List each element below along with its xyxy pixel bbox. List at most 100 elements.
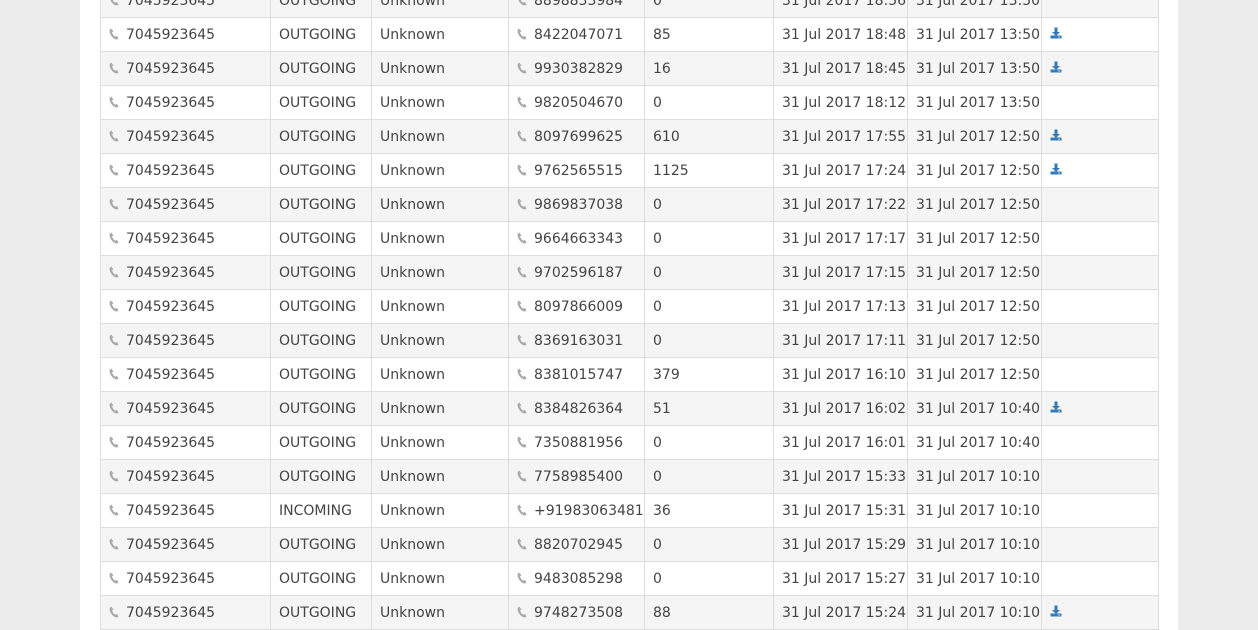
phone-icon	[517, 0, 527, 6]
phone-icon	[109, 606, 119, 618]
download-icon[interactable]	[1050, 605, 1062, 617]
phone-icon	[517, 436, 527, 448]
download-icon[interactable]	[1050, 163, 1062, 175]
caller-number: 7045923645	[126, 264, 216, 281]
caller-cell: 7045923645	[100, 527, 271, 562]
callee-cell: 9748273508	[508, 595, 645, 630]
end-time: 31 Jul 2017 12:50	[916, 230, 1041, 247]
end-time-cell: 31 Jul 2017 10:40	[907, 425, 1042, 460]
caller-number: 7045923645	[126, 400, 216, 417]
download-icon[interactable]	[1050, 129, 1062, 141]
table-row: 7045923645 OUTGOING Unknown 9483085298 0…	[100, 561, 1159, 596]
end-time: 31 Jul 2017 12:50	[916, 196, 1041, 213]
callee-cell: 9820504670	[508, 85, 645, 120]
phone-icon	[109, 470, 119, 482]
phone-icon	[517, 334, 527, 346]
recording-cell[interactable]	[1041, 595, 1159, 630]
start-time-cell: 31 Jul 2017 18:48	[773, 17, 908, 52]
callee-cell: 8384826364	[508, 391, 645, 426]
start-time: 31 Jul 2017 17:17	[782, 230, 907, 247]
call-direction: OUTGOING	[279, 196, 357, 213]
recording-cell	[1041, 85, 1159, 120]
caller-number: 7045923645	[126, 570, 216, 587]
phone-icon	[109, 0, 119, 6]
start-time-cell: 31 Jul 2017 16:02	[773, 391, 908, 426]
start-time: 31 Jul 2017 15:27	[782, 570, 907, 587]
call-status: Unknown	[380, 570, 445, 587]
end-time-cell: 31 Jul 2017 13:50	[907, 0, 1042, 18]
start-time-cell: 31 Jul 2017 15:29	[773, 527, 908, 562]
phone-icon	[109, 572, 119, 584]
phone-icon	[517, 62, 527, 74]
caller-cell: 7045923645	[100, 391, 271, 426]
caller-cell: 7045923645	[100, 323, 271, 358]
recording-cell[interactable]	[1041, 17, 1159, 52]
duration-cell: 379	[644, 357, 774, 392]
call-direction: OUTGOING	[279, 0, 357, 9]
start-time: 31 Jul 2017 18:12	[782, 94, 907, 111]
caller-cell: 7045923645	[100, 255, 271, 290]
download-icon[interactable]	[1050, 401, 1062, 413]
status-cell: Unknown	[371, 255, 509, 290]
main-content: 7045923645 OUTGOING Unknown 8898833984 0…	[80, 0, 1178, 630]
call-duration: 0	[653, 0, 662, 9]
start-time: 31 Jul 2017 17:24	[782, 162, 907, 179]
end-time: 31 Jul 2017 12:50	[916, 332, 1041, 349]
callee-number: 8384826364	[534, 400, 624, 417]
caller-number: 7045923645	[126, 468, 216, 485]
phone-icon	[109, 232, 119, 244]
caller-cell: 7045923645	[100, 561, 271, 596]
status-cell: Unknown	[371, 595, 509, 630]
recording-cell	[1041, 493, 1159, 528]
call-status: Unknown	[380, 264, 445, 281]
recording-cell[interactable]	[1041, 51, 1159, 86]
direction-cell: OUTGOING	[270, 561, 372, 596]
recording-cell[interactable]	[1041, 153, 1159, 188]
call-direction: OUTGOING	[279, 332, 357, 349]
phone-icon	[517, 266, 527, 278]
callee-cell: 8898833984	[508, 0, 645, 18]
end-time: 31 Jul 2017 10:10	[916, 604, 1041, 621]
phone-icon	[109, 28, 119, 40]
end-time: 31 Jul 2017 10:40	[916, 400, 1041, 417]
call-duration: 88	[653, 604, 671, 621]
direction-cell: OUTGOING	[270, 119, 372, 154]
direction-cell: OUTGOING	[270, 153, 372, 188]
callee-number: 8097699625	[534, 128, 624, 145]
download-icon[interactable]	[1050, 27, 1062, 39]
call-duration: 0	[653, 94, 662, 111]
end-time: 31 Jul 2017 12:50	[916, 298, 1041, 315]
start-time: 31 Jul 2017 17:55	[782, 128, 907, 145]
caller-number: 7045923645	[126, 94, 216, 111]
table-row: 7045923645 OUTGOING Unknown 8898833984 0…	[100, 0, 1159, 18]
call-status: Unknown	[380, 400, 445, 417]
recording-cell[interactable]	[1041, 391, 1159, 426]
duration-cell: 1125	[644, 153, 774, 188]
start-time-cell: 31 Jul 2017 17:24	[773, 153, 908, 188]
table-row: 7045923645 OUTGOING Unknown 9664663343 0…	[100, 221, 1159, 256]
end-time-cell: 31 Jul 2017 12:50	[907, 323, 1042, 358]
phone-icon	[109, 334, 119, 346]
call-direction: OUTGOING	[279, 26, 357, 43]
call-status: Unknown	[380, 26, 445, 43]
caller-number: 7045923645	[126, 128, 216, 145]
status-cell: Unknown	[371, 0, 509, 18]
call-status: Unknown	[380, 434, 445, 451]
call-duration: 1125	[653, 162, 689, 179]
status-cell: Unknown	[371, 425, 509, 460]
recording-cell[interactable]	[1041, 119, 1159, 154]
phone-icon	[109, 266, 119, 278]
end-time-cell: 31 Jul 2017 13:50	[907, 51, 1042, 86]
call-direction: OUTGOING	[279, 434, 357, 451]
phone-icon	[109, 300, 119, 312]
callee-number: 8097866009	[534, 298, 624, 315]
phone-icon	[109, 436, 119, 448]
callee-cell: 9702596187	[508, 255, 645, 290]
start-time: 31 Jul 2017 17:22	[782, 196, 907, 213]
recording-cell	[1041, 425, 1159, 460]
direction-cell: OUTGOING	[270, 85, 372, 120]
caller-cell: 7045923645	[100, 459, 271, 494]
download-icon[interactable]	[1050, 61, 1062, 73]
call-status: Unknown	[380, 230, 445, 247]
end-time: 31 Jul 2017 13:50	[916, 26, 1041, 43]
